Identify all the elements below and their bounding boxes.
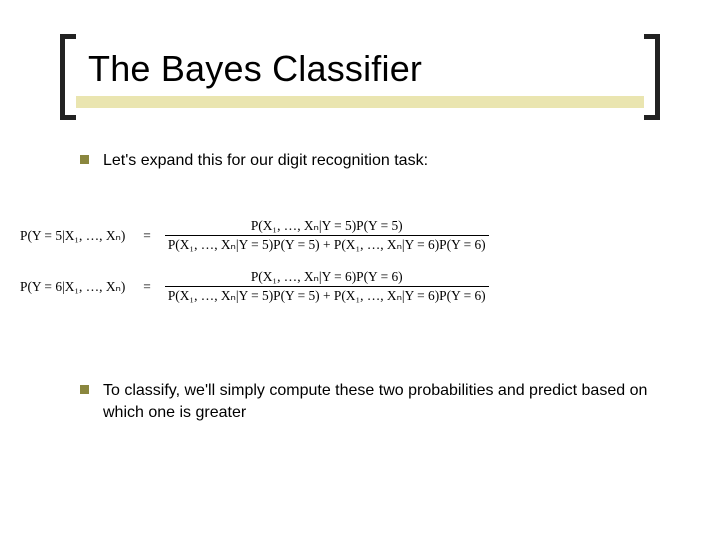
- fraction-numerator: P(X₁, …, Xₙ|Y = 6)P(Y = 6): [248, 269, 406, 286]
- title-underline: [76, 96, 644, 108]
- equation-lhs: P(Y = 5|X₁, …, Xₙ): [20, 228, 129, 244]
- bullet-text: Let's expand this for our digit recognit…: [103, 150, 428, 172]
- slide-title: The Bayes Classifier: [60, 40, 660, 90]
- equation-row: P(Y = 5|X₁, …, Xₙ) = P(X₁, …, Xₙ|Y = 5)P…: [20, 218, 700, 253]
- title-bracket-left-icon: [60, 34, 76, 120]
- fraction-numerator: P(X₁, …, Xₙ|Y = 5)P(Y = 5): [248, 218, 406, 235]
- square-bullet-icon: [80, 155, 89, 164]
- equals-sign: =: [139, 228, 155, 244]
- content-area-lower: To classify, we'll simply compute these …: [80, 380, 660, 443]
- square-bullet-icon: [80, 385, 89, 394]
- bullet-text: To classify, we'll simply compute these …: [103, 380, 660, 423]
- fraction: P(X₁, …, Xₙ|Y = 5)P(Y = 5) P(X₁, …, Xₙ|Y…: [165, 218, 489, 253]
- fraction: P(X₁, …, Xₙ|Y = 6)P(Y = 6) P(X₁, …, Xₙ|Y…: [165, 269, 489, 304]
- equations-block: P(Y = 5|X₁, …, Xₙ) = P(X₁, …, Xₙ|Y = 5)P…: [20, 218, 700, 320]
- bullet-item: Let's expand this for our digit recognit…: [80, 150, 680, 172]
- title-bracket-right-icon: [644, 34, 660, 120]
- slide-title-block: The Bayes Classifier: [60, 40, 660, 90]
- fraction-denominator: P(X₁, …, Xₙ|Y = 5)P(Y = 5) + P(X₁, …, Xₙ…: [165, 235, 489, 253]
- fraction-denominator: P(X₁, …, Xₙ|Y = 5)P(Y = 5) + P(X₁, …, Xₙ…: [165, 286, 489, 304]
- equals-sign: =: [139, 279, 155, 295]
- equation-lhs: P(Y = 6|X₁, …, Xₙ): [20, 279, 129, 295]
- equation-row: P(Y = 6|X₁, …, Xₙ) = P(X₁, …, Xₙ|Y = 6)P…: [20, 269, 700, 304]
- bullet-item: To classify, we'll simply compute these …: [80, 380, 660, 423]
- content-area: Let's expand this for our digit recognit…: [80, 150, 680, 192]
